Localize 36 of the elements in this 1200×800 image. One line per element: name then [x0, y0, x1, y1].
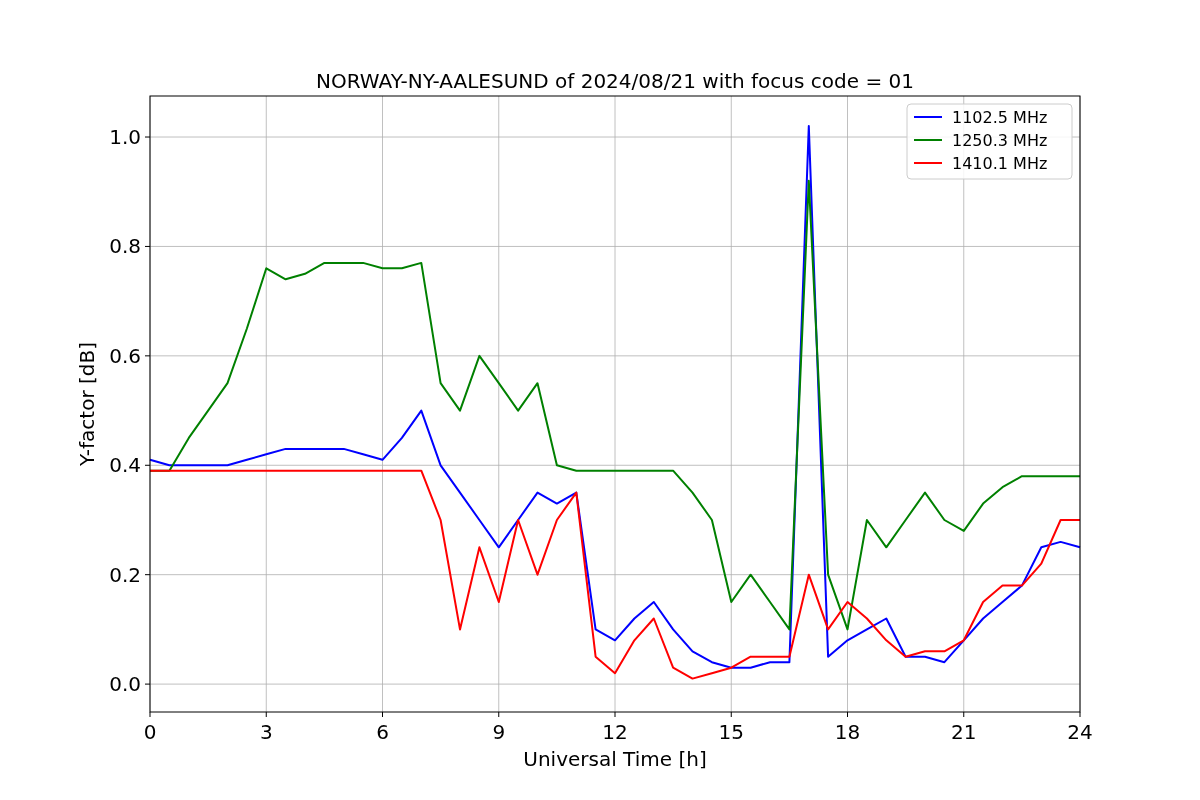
tick-label: 12: [602, 720, 628, 744]
tick-label: 0.0: [109, 672, 141, 697]
tick-mark: [265, 711, 267, 718]
tick-label: 18: [834, 720, 861, 744]
tick-label: 0.6: [109, 343, 141, 368]
legend-label: 1410.1 MHz: [952, 154, 1048, 173]
tick-mark: [963, 711, 965, 718]
tick-mark: [144, 683, 151, 685]
tick-label: 15: [718, 720, 744, 744]
chart-title: NORWAY-NY-AALESUND of 2024/08/21 with focus code = 01: [316, 69, 914, 93]
tick-label: 24: [1067, 720, 1093, 744]
tick-label: 9: [492, 720, 506, 744]
tick-mark: [1079, 711, 1081, 718]
tick-label: 0.2: [109, 562, 141, 587]
tick-mark: [614, 711, 616, 718]
tick-label: 0: [143, 720, 157, 744]
tick-mark: [144, 574, 151, 576]
x-axis-label: Universal Time [h]: [523, 747, 707, 771]
tick-label: 0.4: [109, 453, 141, 478]
tick-label: 21: [951, 720, 977, 744]
tick-mark: [730, 711, 732, 718]
tick-mark: [144, 355, 151, 357]
tick-mark: [144, 464, 151, 466]
tick-mark: [149, 711, 151, 718]
tick-mark: [382, 711, 383, 718]
legend-label: 1102.5 MHz: [952, 108, 1048, 127]
tick-mark: [847, 711, 848, 718]
y-axis-label: Y-factor [dB]: [75, 342, 99, 466]
tick-mark: [498, 711, 500, 718]
tick-mark: [144, 245, 151, 247]
tick-label: 1.0: [109, 125, 141, 150]
tick-label: 3: [259, 720, 273, 744]
legend-label: 1250.3 MHz: [952, 131, 1048, 150]
tick-label: 6: [376, 720, 389, 744]
tick-label: 0.8: [109, 234, 141, 259]
tick-mark: [144, 136, 151, 138]
